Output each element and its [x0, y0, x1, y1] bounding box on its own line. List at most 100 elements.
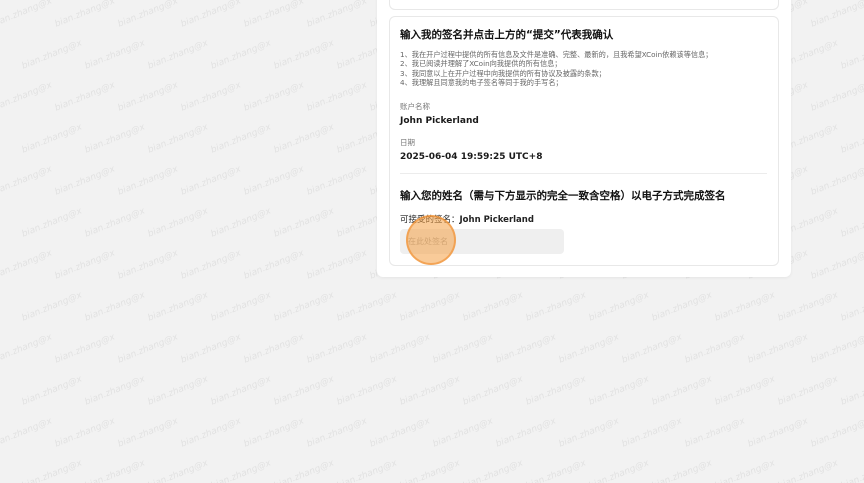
watermark-text: bian.zhang@x [305, 248, 369, 282]
watermark-text: bian.zhang@x [524, 374, 588, 408]
watermark-text: bian.zhang@x [305, 164, 369, 198]
watermark-text: bian.zhang@x [146, 290, 210, 324]
terms-list: 1、我在开户过程中提供的所有信息及文件是准确、完整、最新的，且我希望XCoin依… [400, 50, 712, 88]
watermark-text: bian.zhang@x [557, 332, 621, 366]
watermark-text: bian.zhang@x [242, 332, 306, 366]
terms-item: 2、我已阅读并理解了XCoin向我提供的所有信息； [400, 59, 562, 69]
watermark-text: bian.zhang@x [209, 206, 273, 240]
watermark-text: bian.zhang@x [53, 416, 117, 450]
signature-input[interactable] [400, 229, 564, 254]
watermark-text: bian.zhang@x [146, 122, 210, 156]
signature-title: 输入您的姓名（需与下方显示的完全一致含空格）以电子方式完成签名 [400, 190, 726, 202]
watermark-text: bian.zhang@x [20, 374, 84, 408]
watermark-text: bian.zhang@x [146, 458, 210, 483]
watermark-text: bian.zhang@x [20, 38, 84, 72]
watermark-text: bian.zhang@x [146, 38, 210, 72]
watermark-text: bian.zhang@x [209, 38, 273, 72]
watermark-text: bian.zhang@x [809, 332, 864, 366]
watermark-text: bian.zhang@x [116, 248, 180, 282]
watermark-text: bian.zhang@x [53, 0, 117, 30]
watermark-text: bian.zhang@x [0, 332, 54, 366]
watermark-text: bian.zhang@x [20, 122, 84, 156]
watermark-text: bian.zhang@x [776, 458, 840, 483]
watermark-text: bian.zhang@x [209, 374, 273, 408]
acceptable-signature-name: John Pickerland [459, 215, 534, 225]
watermark-text: bian.zhang@x [461, 374, 525, 408]
previous-section-card [389, 0, 779, 10]
watermark-text: bian.zhang@x [335, 290, 399, 324]
watermark-text: bian.zhang@x [524, 458, 588, 483]
terms-item: 3、我同意以上在开户过程中向我提供的所有协议及披露的条款； [400, 68, 606, 78]
watermark-text: bian.zhang@x [620, 416, 684, 450]
watermark-text: bian.zhang@x [335, 458, 399, 483]
watermark-text: bian.zhang@x [0, 80, 54, 114]
watermark-text: bian.zhang@x [335, 374, 399, 408]
watermark-text: bian.zhang@x [242, 416, 306, 450]
watermark-text: bian.zhang@x [713, 290, 777, 324]
watermark-text: bian.zhang@x [272, 458, 336, 483]
watermark-text: bian.zhang@x [116, 0, 180, 30]
watermark-text: bian.zhang@x [272, 38, 336, 72]
watermark-text: bian.zhang@x [179, 164, 243, 198]
watermark-text: bian.zhang@x [650, 458, 714, 483]
watermark-text: bian.zhang@x [83, 374, 147, 408]
watermark-text: bian.zhang@x [272, 290, 336, 324]
watermark-text: bian.zhang@x [776, 290, 840, 324]
watermark-text: bian.zhang@x [116, 164, 180, 198]
watermark-text: bian.zhang@x [557, 416, 621, 450]
watermark-text: bian.zhang@x [83, 458, 147, 483]
watermark-text: bian.zhang@x [809, 248, 864, 282]
watermark-text: bian.zhang@x [398, 374, 462, 408]
watermark-text: bian.zhang@x [0, 416, 54, 450]
watermark-text: bian.zhang@x [179, 416, 243, 450]
watermark-text: bian.zhang@x [209, 458, 273, 483]
watermark-text: bian.zhang@x [746, 416, 810, 450]
watermark-text: bian.zhang@x [209, 122, 273, 156]
watermark-text: bian.zhang@x [83, 206, 147, 240]
watermark-text: bian.zhang@x [53, 80, 117, 114]
watermark-text: bian.zhang@x [179, 248, 243, 282]
watermark-text: bian.zhang@x [398, 290, 462, 324]
watermark-text: bian.zhang@x [839, 38, 864, 72]
watermark-text: bian.zhang@x [494, 416, 558, 450]
watermark-text: bian.zhang@x [53, 164, 117, 198]
watermark-text: bian.zhang@x [587, 458, 651, 483]
watermark-text: bian.zhang@x [809, 0, 864, 30]
watermark-text: bian.zhang@x [272, 374, 336, 408]
watermark-text: bian.zhang@x [809, 416, 864, 450]
watermark-text: bian.zhang@x [839, 122, 864, 156]
acceptable-signature: 可接受的签名：John Pickerland [400, 213, 534, 225]
watermark-text: bian.zhang@x [116, 332, 180, 366]
watermark-text: bian.zhang@x [587, 290, 651, 324]
account-name-label: 账户名称 [400, 102, 430, 111]
watermark-text: bian.zhang@x [0, 0, 54, 30]
watermark-text: bian.zhang@x [809, 80, 864, 114]
watermark-text: bian.zhang@x [116, 416, 180, 450]
watermark-text: bian.zhang@x [776, 374, 840, 408]
watermark-text: bian.zhang@x [839, 374, 864, 408]
watermark-text: bian.zhang@x [242, 0, 306, 30]
watermark-text: bian.zhang@x [209, 290, 273, 324]
watermark-text: bian.zhang@x [146, 374, 210, 408]
watermark-text: bian.zhang@x [242, 80, 306, 114]
watermark-text: bian.zhang@x [431, 416, 495, 450]
watermark-text: bian.zhang@x [0, 164, 54, 198]
watermark-text: bian.zhang@x [272, 122, 336, 156]
watermark-text: bian.zhang@x [650, 374, 714, 408]
watermark-text: bian.zhang@x [305, 416, 369, 450]
watermark-text: bian.zhang@x [398, 458, 462, 483]
section-divider [400, 173, 767, 174]
terms-item: 1、我在开户过程中提供的所有信息及文件是准确、完整、最新的，且我希望XCoin依… [400, 50, 713, 59]
watermark-text: bian.zhang@x [83, 290, 147, 324]
watermark-text: bian.zhang@x [242, 164, 306, 198]
watermark-text: bian.zhang@x [809, 164, 864, 198]
watermark-text: bian.zhang@x [683, 332, 747, 366]
watermark-text: bian.zhang@x [431, 332, 495, 366]
watermark-text: bian.zhang@x [839, 290, 864, 324]
watermark-text: bian.zhang@x [713, 458, 777, 483]
date-label: 日期 [400, 138, 415, 147]
watermark-text: bian.zhang@x [0, 248, 54, 282]
watermark-text: bian.zhang@x [839, 458, 864, 483]
watermark-text: bian.zhang@x [305, 80, 369, 114]
watermark-text: bian.zhang@x [53, 248, 117, 282]
